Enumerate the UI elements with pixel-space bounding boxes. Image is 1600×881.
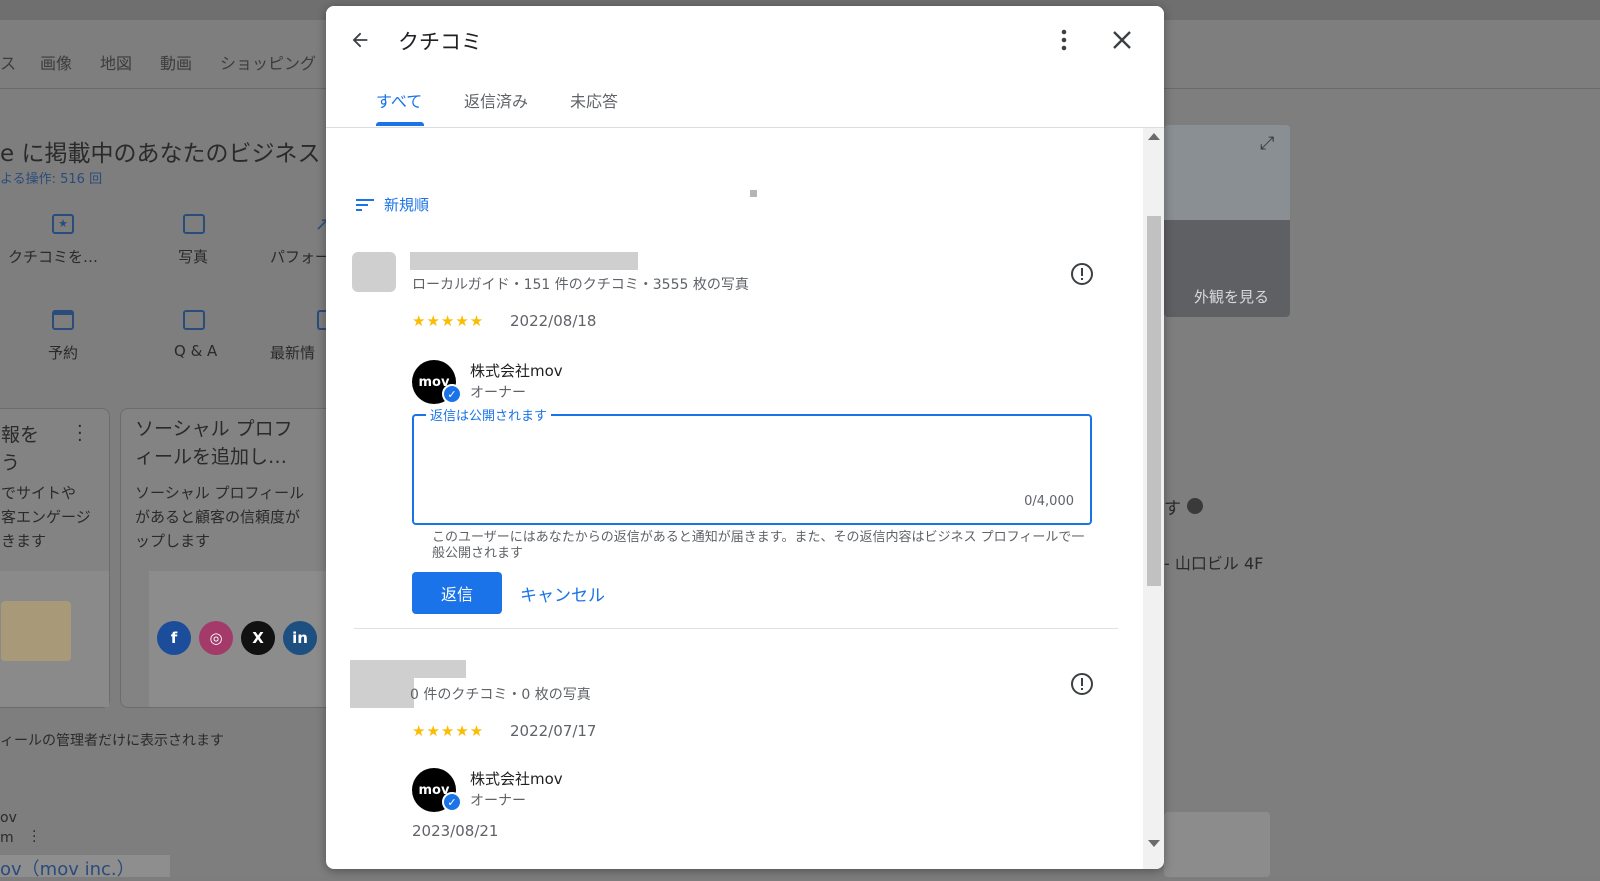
reply-notice: このユーザーにはあなたからの返信があると通知が届きます。また、その返信内容はビジ… xyxy=(432,530,1085,561)
star-rating: ★★★★★ xyxy=(412,722,485,740)
bg-tile-posts: 最新情 xyxy=(270,310,330,370)
bg-card-illustration xyxy=(0,571,109,707)
bg-card-social: ソーシャル プロフ ィールを追加し… ソーシャル プロフィール があると顧客の信… xyxy=(120,408,336,708)
scroll-down-arrow-icon[interactable] xyxy=(1148,840,1160,847)
bg-nav-tab-images: 画像 xyxy=(40,54,73,73)
owner-role: オーナー xyxy=(470,793,526,809)
review-date: 2022/08/18 xyxy=(510,312,597,330)
tab-indicator xyxy=(376,122,424,126)
bg-actions-count: よる操作: 516 回 xyxy=(0,172,103,187)
tab-unanswered[interactable]: 未応答 xyxy=(570,88,618,112)
sort-label: 新規順 xyxy=(384,196,430,214)
more-vert-icon: · · · xyxy=(32,824,37,850)
bg-map-thumbnail: ⤢ 外観を見る xyxy=(1164,125,1290,317)
bg-tile-performance: ↗ パフォー xyxy=(270,214,330,274)
dialog-title: クチコミ xyxy=(398,30,482,54)
loading-dot xyxy=(750,190,757,197)
reviews-dialog: クチコミ すべて 返信済み 未応答 新規順 ローカルガイド・151 件のクチコミ… xyxy=(326,6,1164,869)
verified-icon: ✓ xyxy=(442,384,462,404)
reviewer-avatar[interactable] xyxy=(352,252,396,292)
bg-bottom-text: ov xyxy=(0,810,17,826)
reviewer-name-redacted[interactable] xyxy=(410,252,638,270)
reviewer-avatar[interactable] xyxy=(350,660,414,708)
bg-tile-label: クチコミを… xyxy=(8,248,99,266)
flag-icon xyxy=(1071,673,1093,695)
bg-card-title: 報を う xyxy=(1,424,40,474)
bg-right-text: - 山口ビル 4F xyxy=(1164,554,1264,573)
bg-map-label: 外観を見る xyxy=(1194,288,1270,306)
bg-heading: e に掲載中のあなたのビジネス xyxy=(0,141,321,167)
more-vert-icon xyxy=(1061,29,1067,51)
bg-tile-booking: 予約 xyxy=(0,310,120,370)
tab-all[interactable]: すべて xyxy=(376,88,422,112)
bg-right-text: す xyxy=(1164,499,1181,519)
bg-footer-note: ィールの管理者だけに表示されます xyxy=(0,733,224,749)
qa-icon xyxy=(183,310,205,330)
review-date: 2022/07/17 xyxy=(510,722,597,740)
reply-button[interactable]: 返信 xyxy=(412,572,502,614)
bg-card-body: でサイトや 客エンゲージ きます xyxy=(1,484,91,550)
back-button[interactable] xyxy=(346,26,374,54)
more-options-button[interactable] xyxy=(1052,26,1076,54)
scrollbar-thumb[interactable] xyxy=(1147,216,1161,586)
reviewer-meta: ローカルガイド・151 件のクチコミ・3555 枚の写真 xyxy=(412,277,749,293)
bg-tile-qa: Q & A xyxy=(160,310,240,370)
review-divider xyxy=(354,628,1118,629)
reviewer-name-redacted[interactable] xyxy=(410,660,466,678)
bg-nav-tab-videos: 動画 xyxy=(160,54,193,73)
bg-tile-label: Q & A xyxy=(174,342,218,360)
bg-card-title: ソーシャル プロフ ィールを追加し… xyxy=(135,418,293,468)
more-vert-icon: · · · xyxy=(77,416,83,451)
photo-icon xyxy=(183,214,205,234)
bg-tile-photos: 写真 xyxy=(160,214,240,274)
bg-card-info: 報を う · · · でサイトや 客エンゲージ きます xyxy=(0,408,110,708)
info-icon xyxy=(1187,498,1203,514)
cancel-button[interactable]: キャンセル xyxy=(520,572,605,614)
owner-name: 株式会社mov xyxy=(470,362,563,380)
bg-nav-tab-shopping: ショッピング xyxy=(220,54,317,73)
reply-field-label: 返信は公開されます xyxy=(426,405,552,424)
dialog-body: 新規順 ローカルガイド・151 件のクチコミ・3555 枚の写真 ★★★★★ 2… xyxy=(326,128,1144,869)
bg-tile-label: 写真 xyxy=(178,248,209,266)
calendar-icon xyxy=(52,310,74,330)
x-icon: X xyxy=(241,621,275,655)
bg-tile-label: 最新情 xyxy=(270,344,316,362)
owner-name: 株式会社mov xyxy=(470,770,563,788)
bg-bottom-link: ov（mov inc.） xyxy=(0,855,170,880)
owner-role: オーナー xyxy=(470,385,526,401)
tab-replied[interactable]: 返信済み xyxy=(464,88,528,112)
arrow-back-icon xyxy=(352,32,368,48)
reply-textarea[interactable]: 返信は公開されます 0/4,000 xyxy=(412,405,1092,525)
report-review-button[interactable] xyxy=(1070,262,1094,286)
bg-tile-reviews: ★ クチコミを… xyxy=(0,214,120,274)
scrollbar[interactable] xyxy=(1143,128,1164,869)
bg-tile-label: パフォー xyxy=(270,248,331,266)
bg-tile-label: 予約 xyxy=(48,344,79,362)
report-review-button[interactable] xyxy=(1070,672,1094,696)
reply-char-count: 0/4,000 xyxy=(1024,494,1074,509)
facebook-icon: f xyxy=(157,621,191,655)
verified-icon: ✓ xyxy=(442,792,462,812)
close-icon xyxy=(1113,31,1131,49)
bg-nav-tab-news: ス xyxy=(0,54,17,73)
sort-icon xyxy=(356,198,374,211)
close-button[interactable] xyxy=(1108,26,1136,54)
reviewer-meta: 0 件のクチコミ・0 枚の写真 xyxy=(410,687,591,703)
linkedin-icon: in xyxy=(283,621,317,655)
expand-icon: ⤢ xyxy=(1260,133,1275,154)
scroll-up-arrow-icon[interactable] xyxy=(1148,133,1160,140)
review-icon: ★ xyxy=(52,214,74,234)
flag-icon xyxy=(1071,263,1093,285)
dialog-header: クチコミ すべて 返信済み 未応答 xyxy=(326,6,1164,128)
instagram-icon: ◎ xyxy=(199,621,233,655)
bg-right-thumbnail xyxy=(1164,812,1270,877)
bg-card-body: ソーシャル プロフィール があると顧客の信頼度が ップします xyxy=(135,484,305,550)
reply-date: 2023/08/21 xyxy=(412,822,499,840)
bg-nav-tab-maps: 地図 xyxy=(100,54,133,73)
star-rating: ★★★★★ xyxy=(412,312,485,330)
sort-button[interactable]: 新規順 xyxy=(356,194,429,215)
bg-bottom-text: m xyxy=(0,830,14,846)
